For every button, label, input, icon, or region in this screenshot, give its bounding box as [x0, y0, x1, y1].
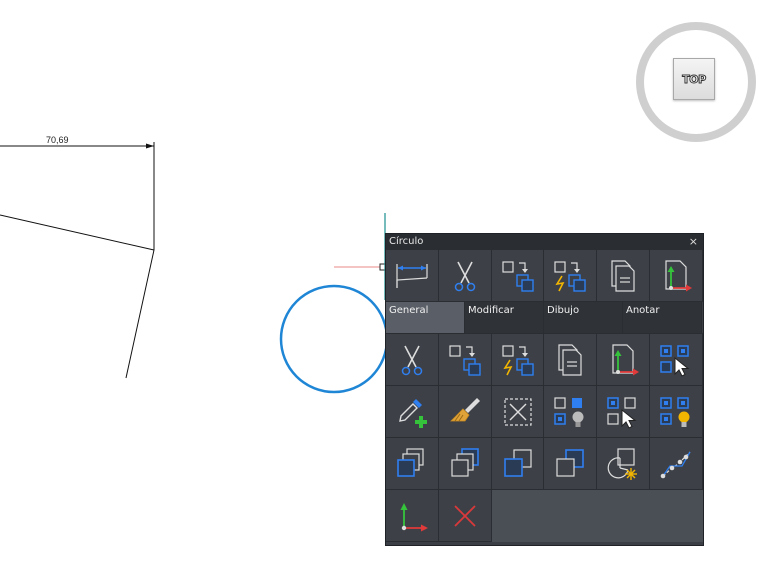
quad-titlebar: Círculo × [386, 234, 703, 250]
bring-above-button[interactable] [491, 438, 545, 490]
dimension-button[interactable] [386, 250, 439, 302]
quad-grid-row [386, 334, 703, 386]
paste-document-icon [558, 343, 582, 376]
cancel-button[interactable] [439, 490, 492, 542]
polyline-vertex-icon [660, 451, 691, 478]
paste-document-icon [611, 259, 635, 292]
copy-base-icon [449, 344, 481, 376]
copy-base-icon [501, 260, 534, 292]
bring-to-front-icon [397, 447, 424, 477]
drawing-line[interactable] [0, 214, 155, 251]
tab-modificar[interactable]: Modificar [465, 302, 544, 333]
dimension-icon [396, 263, 428, 288]
quad-top-row [386, 250, 703, 302]
pie-snap-button[interactable] [597, 438, 651, 490]
match-properties-button[interactable] [438, 386, 492, 438]
layer-on-button[interactable] [650, 386, 703, 438]
layer-bulb-icon [554, 396, 584, 427]
tab-anotar[interactable]: Anotar [623, 302, 702, 333]
pie-snap-icon [607, 447, 638, 480]
paste-document-button[interactable] [597, 250, 651, 302]
quad-tabs: General Modificar Dibujo Anotar [386, 302, 703, 334]
bring-to-front-button[interactable] [386, 438, 439, 490]
quad-panel: Círculo × General Modificar Dibujo Anota… [385, 233, 704, 546]
quad-grid-row [386, 386, 703, 438]
send-to-back-button[interactable] [438, 438, 492, 490]
quad-grid-row [386, 490, 703, 542]
ucs-button[interactable] [386, 490, 439, 542]
quad-title: Círculo [389, 236, 424, 247]
eyedropper-add-icon [399, 398, 427, 428]
tab-general[interactable]: General [386, 302, 465, 333]
copy-base-button[interactable] [438, 334, 492, 386]
send-under-button[interactable] [544, 438, 598, 490]
delete-selection-button[interactable] [491, 386, 545, 438]
selected-circle[interactable] [279, 284, 389, 394]
paste-lightning-button[interactable] [491, 334, 545, 386]
paste-document-button[interactable] [544, 334, 598, 386]
cut-button[interactable] [438, 250, 492, 302]
ucs-document-icon [665, 259, 693, 291]
viewcube-top-face[interactable]: TOP [673, 58, 715, 100]
layer-bulb-on-icon [660, 396, 690, 427]
paste-lightning-icon [554, 260, 587, 292]
polyline-vertex-button[interactable] [650, 438, 703, 490]
send-to-back-icon [451, 447, 479, 477]
layer-off-button[interactable] [544, 386, 598, 438]
paste-lightning-icon [501, 344, 534, 376]
paste-lightning-button[interactable] [544, 250, 598, 302]
select-cursor-icon [660, 344, 690, 377]
select-similar-button[interactable] [597, 386, 651, 438]
tab-dibujo[interactable]: Dibujo [544, 302, 623, 333]
cut-icon [401, 345, 423, 375]
dimension-arrow [146, 143, 154, 149]
ucs-axis-icon [400, 502, 428, 531]
ucs-document-button[interactable] [650, 250, 703, 302]
bring-above-icon [503, 448, 532, 477]
ucs-document-button[interactable] [597, 334, 651, 386]
cancel-x-icon [454, 504, 476, 527]
dimension-text: 70,69 [46, 135, 69, 145]
select-button[interactable] [650, 334, 703, 386]
select-similar-cursor-icon [607, 396, 637, 429]
close-icon[interactable]: × [689, 234, 698, 250]
copy-base-button[interactable] [491, 250, 545, 302]
cut-icon [454, 261, 475, 291]
match-properties-brush-icon [449, 397, 480, 421]
quad-empty-area [492, 490, 703, 542]
ucs-document-icon [612, 343, 640, 375]
eyedropper-add-button[interactable] [386, 386, 439, 438]
delete-selection-icon [503, 397, 532, 426]
drawing-line[interactable] [125, 249, 155, 379]
quad-grid-row [386, 438, 703, 490]
cut-button[interactable] [386, 334, 439, 386]
send-under-icon [556, 448, 585, 477]
